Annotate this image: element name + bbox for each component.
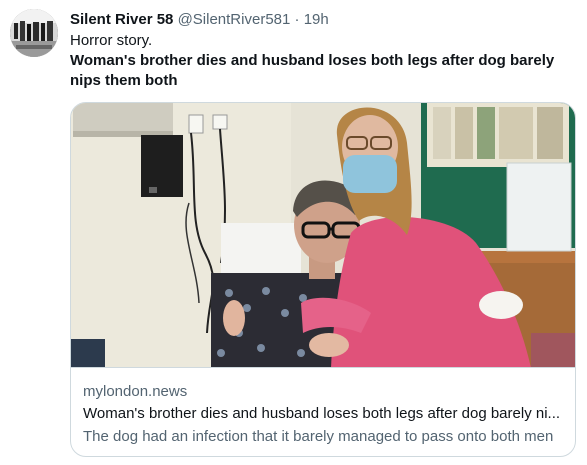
avatar-image bbox=[10, 9, 58, 57]
header-separator: · bbox=[294, 11, 300, 28]
tweet-timestamp[interactable]: 19h bbox=[304, 11, 329, 28]
link-description: The dog had an infection that it barely … bbox=[83, 428, 554, 445]
tweet-header: Silent River 58 @SilentRiver581 · 19h bbox=[70, 10, 329, 30]
user-handle[interactable]: @SilentRiver581 bbox=[178, 11, 291, 28]
tweet-text: Horror story. bbox=[70, 32, 153, 49]
link-domain: mylondon.news bbox=[83, 383, 188, 400]
link-card-image[interactable] bbox=[71, 103, 575, 368]
hospital-photo bbox=[71, 103, 575, 367]
display-name[interactable]: Silent River 58 bbox=[70, 11, 173, 28]
link-card-meta: mylondon.news Woman's brother dies and h… bbox=[83, 382, 563, 447]
profile-avatar[interactable] bbox=[10, 9, 58, 57]
link-preview-card[interactable]: mylondon.news Woman's brother dies and h… bbox=[70, 102, 576, 457]
tweet-text-bold: Woman's brother dies and husband loses b… bbox=[70, 52, 555, 89]
link-title[interactable]: Woman's brother dies and husband loses b… bbox=[83, 404, 563, 424]
